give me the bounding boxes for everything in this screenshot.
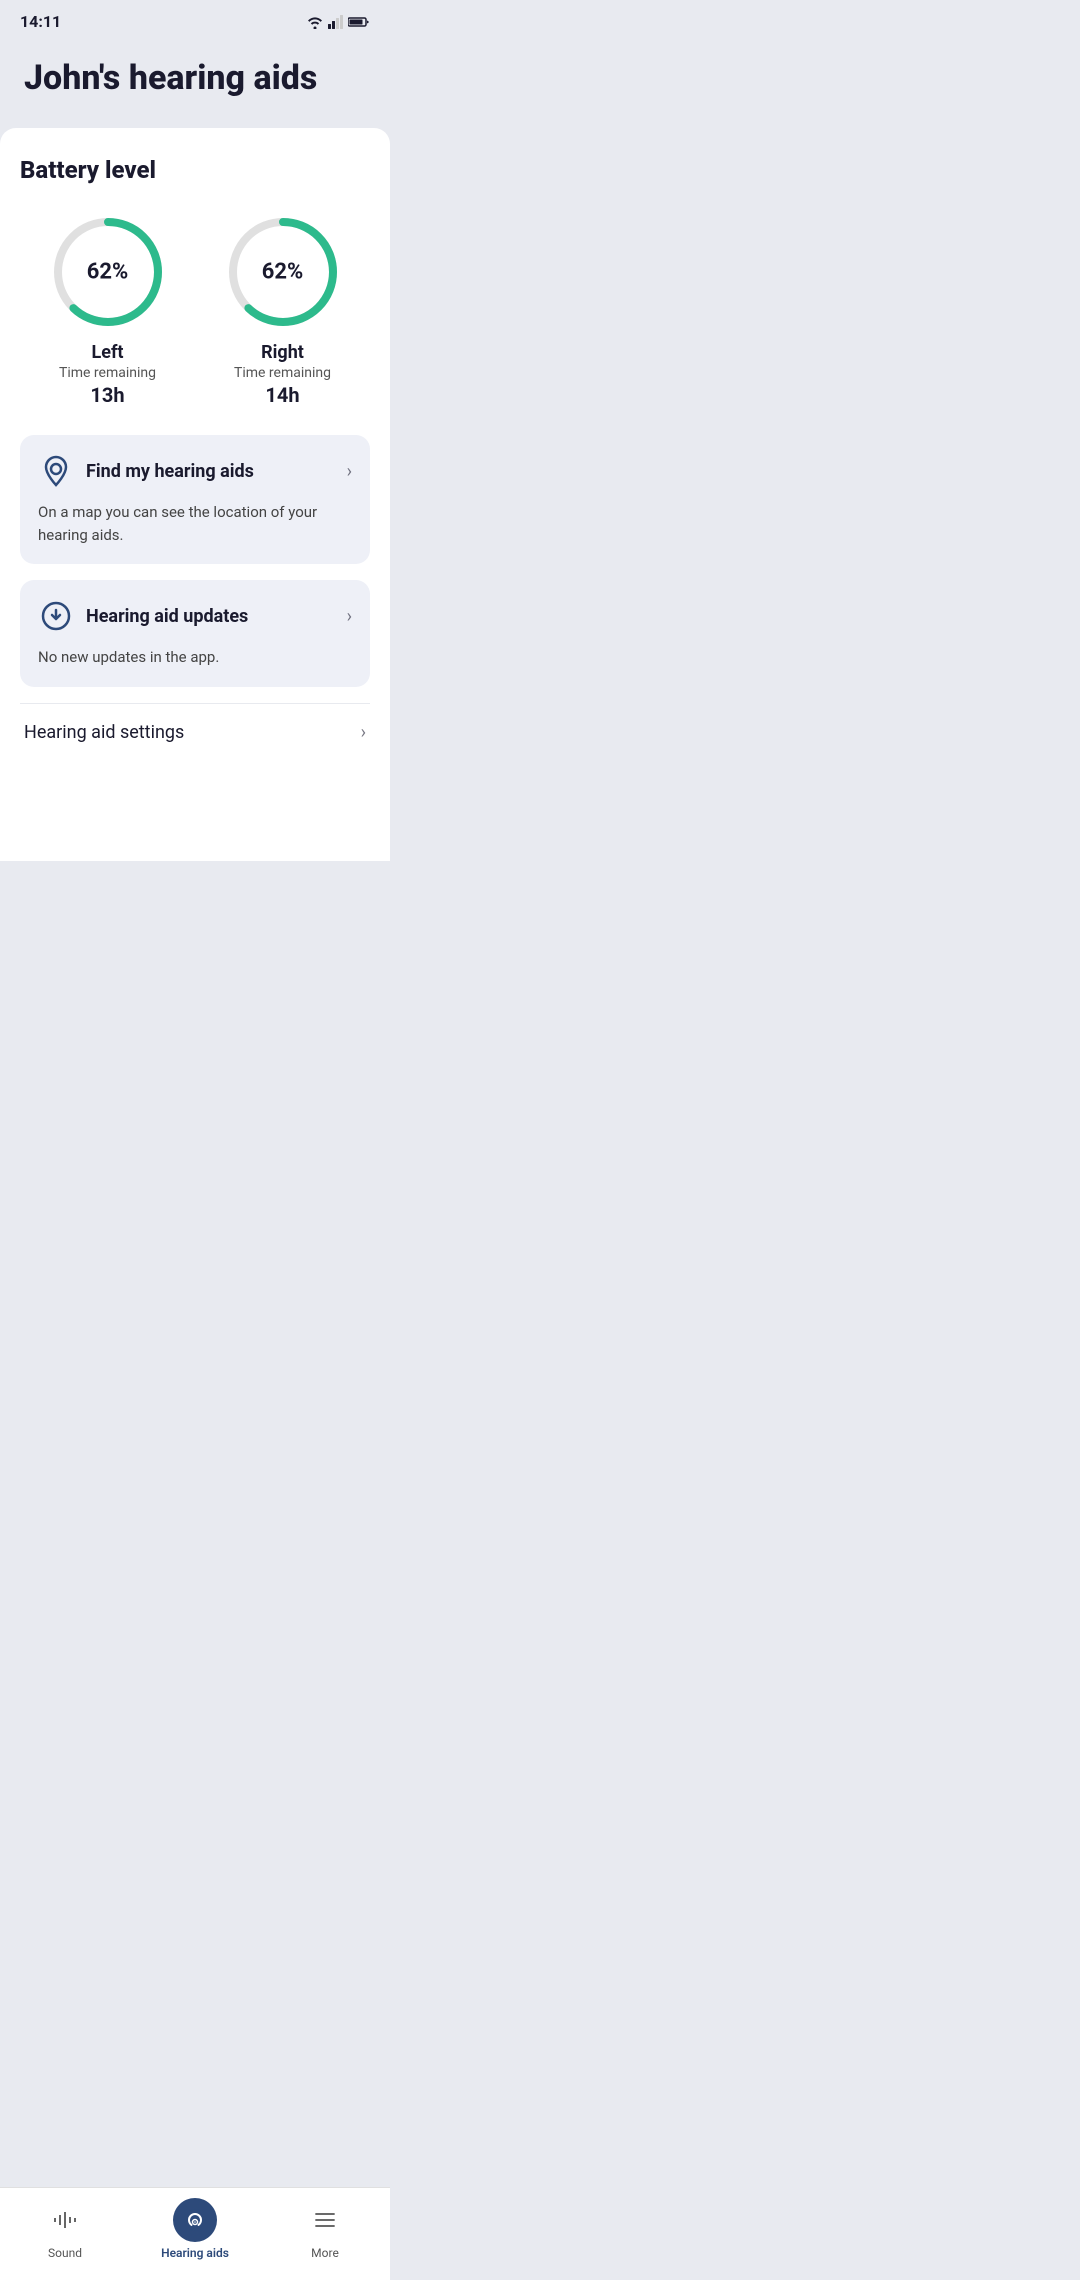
status-icons: [306, 15, 370, 29]
find-card-left: Find my hearing aids: [38, 453, 254, 489]
hearing-aids-nav-icon-container: [173, 2198, 217, 2242]
left-time: 13h: [59, 383, 156, 407]
left-side-label: Left: [59, 342, 156, 363]
battery-icon: [348, 16, 370, 28]
status-bar: 14:11: [0, 0, 390, 39]
hearing-aid-updates-card[interactable]: Hearing aid updates › No new updates in …: [20, 580, 370, 687]
find-card-chevron: ›: [347, 461, 352, 482]
right-gauge: 62% Right Time remaining 14h: [223, 212, 343, 407]
hearing-aid-settings-row[interactable]: Hearing aid settings ›: [20, 703, 370, 761]
updates-card-left: Hearing aid updates: [38, 598, 248, 634]
wifi-icon: [306, 15, 324, 29]
sound-nav-label: Sound: [48, 2246, 82, 2260]
more-nav-label: More: [311, 2246, 339, 2260]
left-gauge-label: Left Time remaining 13h: [59, 342, 156, 407]
battery-section: Battery level 62% Left Time remaining 13…: [20, 156, 370, 407]
more-nav-icon-container: [303, 2198, 347, 2242]
hearing-aids-icon: [182, 2207, 208, 2233]
right-side-label: Right: [234, 342, 331, 363]
download-icon: [38, 598, 74, 634]
main-content: Battery level 62% Left Time remaining 13…: [0, 128, 390, 861]
updates-card-description: No new updates in the app.: [38, 646, 352, 669]
settings-row-label: Hearing aid settings: [24, 722, 184, 743]
page-title: John's hearing aids: [24, 59, 366, 98]
signal-icon: [328, 15, 344, 29]
right-time: 14h: [234, 383, 331, 407]
sound-icon: [52, 2207, 78, 2233]
updates-card-header: Hearing aid updates ›: [38, 598, 352, 634]
updates-card-title: Hearing aid updates: [86, 606, 248, 627]
right-gauge-percentage: 62%: [262, 260, 304, 285]
left-remaining-label: Time remaining: [59, 365, 156, 381]
find-card-title: Find my hearing aids: [86, 461, 254, 482]
more-icon: [312, 2207, 338, 2233]
bottom-nav: Sound Hearing aids More: [0, 2187, 390, 2280]
nav-item-more[interactable]: More: [260, 2198, 390, 2260]
settings-row-chevron: ›: [361, 722, 366, 743]
updates-card-chevron: ›: [347, 606, 352, 627]
location-icon: [38, 453, 74, 489]
left-gauge-circle: 62%: [48, 212, 168, 332]
left-gauge: 62% Left Time remaining 13h: [48, 212, 168, 407]
page-header: John's hearing aids: [0, 39, 390, 128]
nav-item-sound[interactable]: Sound: [0, 2198, 130, 2260]
hearing-aids-nav-label: Hearing aids: [161, 2246, 229, 2260]
right-remaining-label: Time remaining: [234, 365, 331, 381]
status-time: 14:11: [20, 12, 61, 31]
sound-nav-icon-container: [43, 2198, 87, 2242]
find-card-description: On a map you can see the location of you…: [38, 501, 352, 546]
right-gauge-label: Right Time remaining 14h: [234, 342, 331, 407]
find-card-header: Find my hearing aids ›: [38, 453, 352, 489]
find-hearing-aids-card[interactable]: Find my hearing aids › On a map you can …: [20, 435, 370, 564]
right-gauge-circle: 62%: [223, 212, 343, 332]
nav-item-hearing-aids[interactable]: Hearing aids: [130, 2198, 260, 2260]
left-gauge-percentage: 62%: [87, 260, 129, 285]
battery-section-title: Battery level: [20, 156, 370, 184]
battery-gauges: 62% Left Time remaining 13h 62%: [20, 212, 370, 407]
